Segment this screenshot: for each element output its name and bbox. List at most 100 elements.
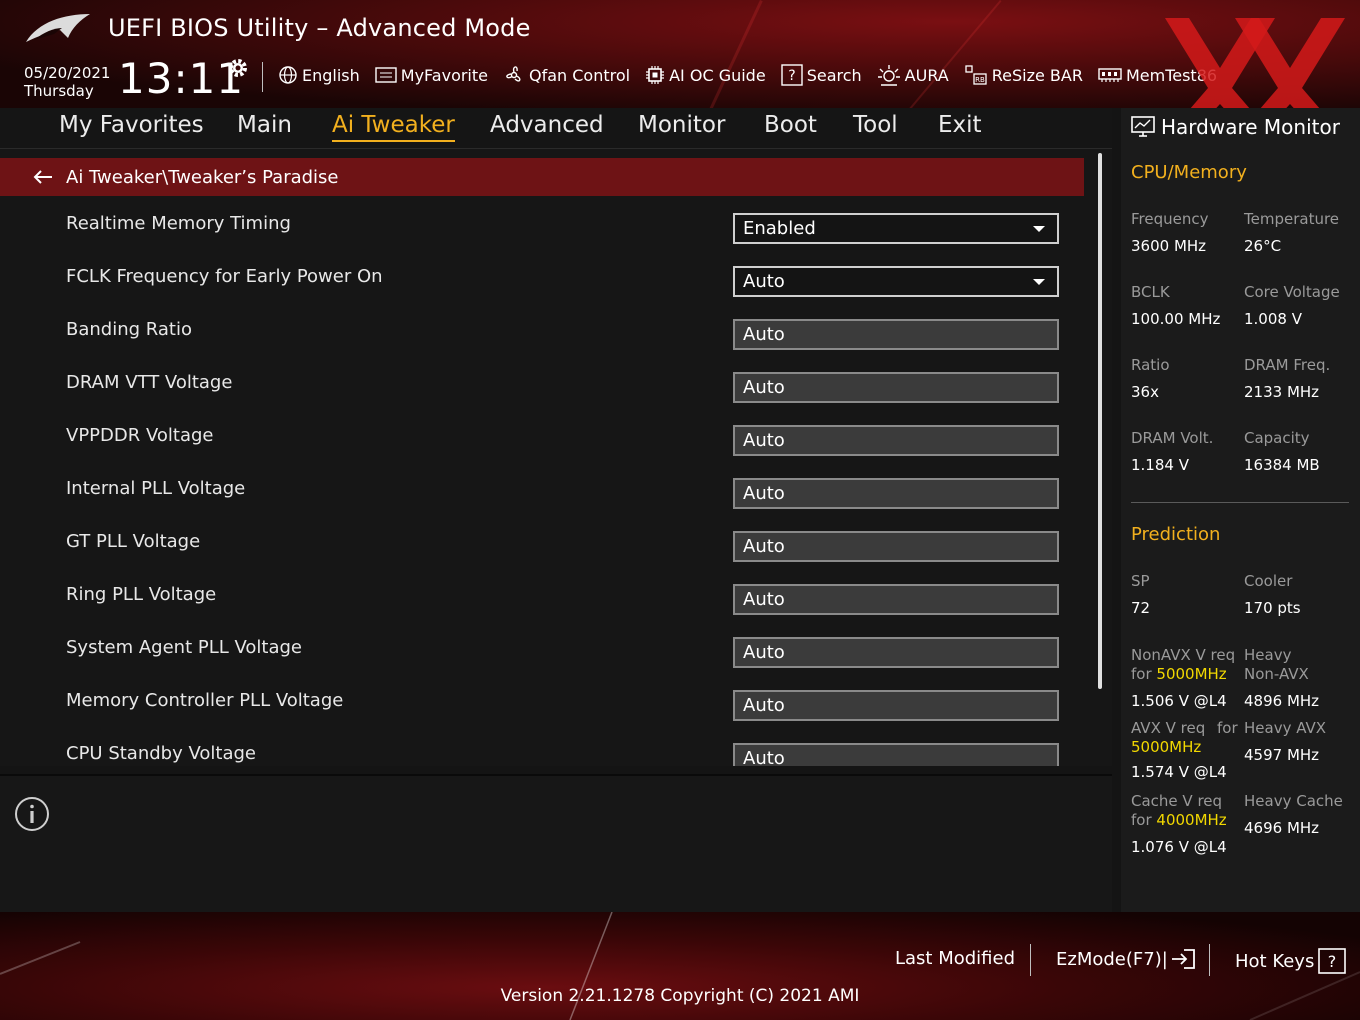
- tab-monitor[interactable]: Monitor: [638, 112, 725, 138]
- cooler-stat: Cooler 170 pts: [1244, 572, 1354, 618]
- setting-dropdown[interactable]: Auto: [733, 266, 1059, 297]
- english-button[interactable]: English: [278, 65, 360, 85]
- memory-icon: [1098, 68, 1122, 82]
- setting-row[interactable]: GT PLL Voltage Auto: [0, 517, 1084, 570]
- settings-scrollbar[interactable]: [1098, 153, 1102, 689]
- tab-boot[interactable]: Boot: [764, 112, 817, 138]
- stat-value: 1.184 V: [1131, 456, 1189, 474]
- stat-label-line: Cache V req: [1131, 792, 1223, 810]
- stat-label-for: for: [1131, 811, 1157, 829]
- setting-value: Auto: [743, 271, 785, 292]
- tab-advanced[interactable]: Advanced: [490, 112, 604, 138]
- resize-bar-icon: RB: [965, 65, 987, 85]
- stat-label: BCLK: [1131, 283, 1170, 301]
- setting-input[interactable]: Auto: [733, 531, 1059, 562]
- stat-label: DRAM Freq.: [1244, 356, 1331, 374]
- setting-input[interactable]: Auto: [733, 743, 1059, 766]
- search-button[interactable]: ? Search: [780, 64, 862, 86]
- setting-input[interactable]: Auto: [733, 319, 1059, 350]
- setting-value: Auto: [743, 748, 785, 766]
- setting-input[interactable]: Auto: [733, 637, 1059, 668]
- date-display: 05/20/2021 Thursday: [24, 64, 110, 100]
- heavy-avx-stat: Heavy AVX 4597 MHz: [1244, 719, 1354, 765]
- xx-watermark-logo: [1165, 18, 1345, 108]
- avx-vreq-stat: AVX V req for 5000MHz 1.574 V @L4: [1131, 719, 1251, 782]
- hot-keys-button[interactable]: Hot Keys ?: [1235, 948, 1347, 974]
- setting-input[interactable]: Auto: [733, 478, 1059, 509]
- highlight-frequency: 5000MHz: [1131, 738, 1202, 756]
- version-text: Version 2.21.1278 Copyright (C) 2021 AMI: [500, 986, 860, 1006]
- ai-oc-guide-button[interactable]: AI OC Guide: [645, 65, 766, 85]
- footer-divider: [1030, 944, 1031, 976]
- back-arrow-icon[interactable]: [32, 169, 54, 185]
- settings-panel: Ai Tweaker\Tweaker’s Paradise Realtime M…: [0, 149, 1112, 766]
- chevron-down-icon: [1033, 279, 1045, 285]
- setting-dropdown[interactable]: Enabled: [733, 213, 1059, 244]
- last-modified-button[interactable]: Last Modified: [895, 948, 1015, 969]
- setting-row[interactable]: Banding Ratio Auto: [0, 305, 1084, 358]
- myfavorite-button[interactable]: MyFavorite: [375, 66, 488, 85]
- stat-label-line: NonAVX V req: [1131, 646, 1236, 664]
- setting-row[interactable]: Internal PLL Voltage Auto: [0, 464, 1084, 517]
- tab-ai-tweaker[interactable]: Ai Tweaker: [332, 112, 455, 142]
- stat-label-line: Non-AVX: [1244, 665, 1309, 683]
- stat-label-line: Heavy: [1244, 646, 1292, 664]
- tab-tool[interactable]: Tool: [853, 112, 898, 138]
- stat-value: 4896 MHz: [1244, 692, 1320, 710]
- setting-value: Auto: [743, 536, 785, 557]
- tab-exit[interactable]: Exit: [938, 112, 982, 138]
- setting-input[interactable]: Auto: [733, 584, 1059, 615]
- setting-input[interactable]: Auto: [733, 425, 1059, 456]
- nonavx-vreq-stat: NonAVX V req for 5000MHz 1.506 V @L4: [1131, 646, 1241, 711]
- date-text: 05/20/2021: [24, 64, 111, 82]
- stat-value: 100.00 MHz: [1131, 310, 1221, 328]
- setting-label: DRAM VTT Voltage: [66, 372, 233, 393]
- qfan-label: Qfan Control: [529, 65, 631, 85]
- info-icon: [15, 797, 49, 831]
- header-bar: UEFI BIOS Utility – Advanced Mode 05/20/…: [0, 0, 1360, 108]
- dram-volt-stat: DRAM Volt. 1.184 V: [1131, 429, 1241, 475]
- setting-input[interactable]: Auto: [733, 690, 1059, 721]
- setting-row[interactable]: Ring PLL Voltage Auto: [0, 570, 1084, 623]
- setting-row[interactable]: CPU Standby Voltage Auto: [0, 729, 1084, 766]
- stat-value: 170 pts: [1244, 599, 1301, 617]
- stat-value: 4597 MHz: [1244, 746, 1320, 764]
- setting-value: Auto: [743, 430, 785, 451]
- setting-input[interactable]: Auto: [733, 372, 1059, 403]
- resize-bar-button[interactable]: RB ReSize BAR: [964, 64, 1083, 86]
- help-search-icon: ?: [780, 64, 803, 86]
- setting-value: Auto: [743, 642, 785, 663]
- setting-row[interactable]: System Agent PLL Voltage Auto: [0, 623, 1084, 676]
- main-tabs: My Favorites Main Ai Tweaker Advanced Mo…: [0, 108, 1112, 149]
- help-info-panel: [0, 774, 1112, 914]
- breadcrumb-text: Ai Tweaker\Tweaker’s Paradise: [66, 166, 339, 188]
- setting-value: Enabled: [743, 218, 816, 239]
- decor-line: [692, 0, 763, 108]
- qfan-control-button[interactable]: Qfan Control: [503, 64, 630, 86]
- cache-vreq-stat: Cache V req for 4000MHz 1.076 V @L4: [1131, 792, 1241, 857]
- tab-main[interactable]: Main: [237, 112, 292, 138]
- setting-label: FCLK Frequency for Early Power On: [66, 266, 383, 287]
- setting-label: Ring PLL Voltage: [66, 584, 217, 605]
- gear-icon[interactable]: [226, 56, 250, 80]
- aura-button[interactable]: AURA: [877, 64, 949, 86]
- stat-label: DRAM Volt.: [1131, 429, 1214, 447]
- stat-label: Capacity: [1244, 429, 1310, 447]
- stat-value: 16384 MB: [1244, 456, 1320, 474]
- stat-label: Heavy AVX: [1244, 719, 1327, 737]
- hot-keys-label: Hot Keys: [1235, 950, 1315, 972]
- setting-row[interactable]: DRAM VTT Voltage Auto: [0, 358, 1084, 411]
- setting-row[interactable]: Memory Controller PLL Voltage Auto: [0, 676, 1084, 729]
- ezmode-button[interactable]: EzMode(F7)|: [1056, 948, 1196, 970]
- tab-my-favorites[interactable]: My Favorites: [59, 112, 204, 138]
- setting-row[interactable]: FCLK Frequency for Early Power On Auto: [0, 252, 1084, 305]
- setting-label: Internal PLL Voltage: [66, 478, 246, 499]
- stat-label: AVX V req for 5000MHz: [1131, 719, 1251, 757]
- heavy-cache-stat: Heavy Cache 4696 MHz: [1244, 792, 1354, 838]
- setting-row[interactable]: VPPDDR Voltage Auto: [0, 411, 1084, 464]
- aura-label: AURA: [904, 65, 949, 85]
- myfavorite-label: MyFavorite: [400, 65, 488, 85]
- hw-divider: [1131, 502, 1349, 503]
- setting-row[interactable]: Realtime Memory Timing Enabled: [0, 199, 1084, 252]
- stat-label: Heavy Cache: [1244, 792, 1343, 810]
